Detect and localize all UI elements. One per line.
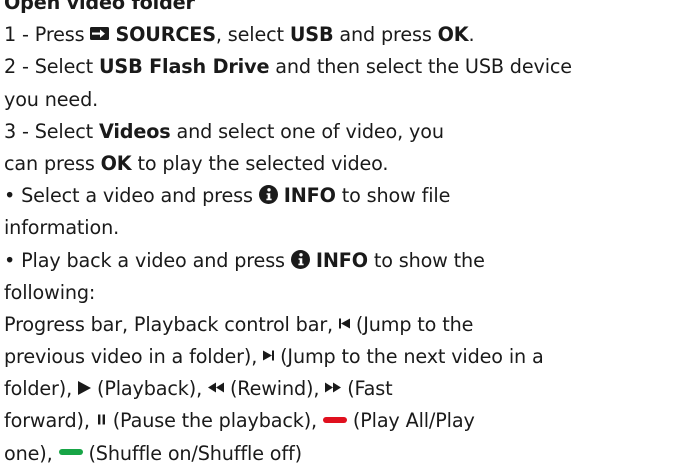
step-1-end: . — [468, 23, 475, 47]
step-3-cont-prefix: can press — [4, 151, 95, 175]
sources-icon — [90, 27, 110, 41]
usb-label: USB — [289, 23, 334, 47]
step-3-rest: and select one of video, you — [176, 119, 444, 143]
controls-next-text-2: folder), — [4, 377, 73, 401]
controls-prev-text-2: previous video in a folder), — [4, 345, 258, 369]
fast-forward-icon — [325, 382, 342, 393]
rewind-icon — [208, 382, 224, 393]
sources-label: SOURCES — [115, 23, 216, 47]
step-1-and-press: and press — [339, 23, 432, 47]
controls-green-text: (Shuffle on/Shuffle off) — [88, 441, 302, 465]
info-label: INFO — [283, 184, 336, 208]
info-label-2: INFO — [315, 248, 368, 272]
step-1: 1 - Press SOURCES, select USB and press … — [4, 19, 684, 51]
controls-next-text: (Jump to the next video in a — [280, 345, 544, 369]
controls-pause-text: (Pause the playback), — [112, 409, 317, 433]
play-icon — [78, 380, 92, 395]
controls-red-text: (Play All/Play — [352, 409, 475, 433]
step-3-continued: can press OK to play the selected video. — [4, 148, 684, 180]
step-1-mid: , select — [215, 23, 284, 47]
info-icon — [290, 249, 310, 269]
bullet-2-continued: following: — [4, 280, 96, 304]
red-button-icon — [322, 416, 347, 423]
controls-line-5: one), (Shuffle on/Shuffle off) — [4, 438, 684, 470]
step-3-cont-rest: to play the selected video. — [137, 151, 389, 175]
step-2: 2 - Select USB Flash Drive and then sele… — [4, 51, 684, 83]
controls-play-text: (Playback), — [97, 377, 203, 401]
pause-icon — [97, 414, 105, 425]
ok-label: OK — [437, 23, 469, 47]
bullet-2: • Play back a video and press INFO to sh… — [4, 245, 684, 277]
section-heading: Open video folder — [4, 0, 195, 14]
controls-line-1: Progress bar, Playback control bar, (Jum… — [4, 309, 684, 341]
skip-previous-icon — [338, 318, 350, 329]
bullet-1-continued: information. — [4, 216, 120, 240]
videos-label: Videos — [98, 119, 171, 143]
usb-flash-drive-label: USB Flash Drive — [98, 55, 270, 79]
controls-red-text-2: one), — [4, 441, 53, 465]
controls-line-3: folder), (Playback), (Rewind), (Fast — [4, 373, 684, 405]
bullet-1: • Select a video and press INFO to show … — [4, 180, 684, 212]
controls-line-4: forward), (Pause the playback), (Play Al… — [4, 405, 684, 437]
step-2-prefix: 2 - Select — [4, 55, 94, 79]
controls-ff-text-2: forward), — [4, 409, 90, 433]
step-3: 3 - Select Videos and select one of vide… — [4, 116, 684, 148]
controls-rewind-text: (Rewind), — [229, 377, 320, 401]
green-button-icon — [58, 449, 83, 456]
controls-prev-text: (Jump to the — [355, 312, 474, 336]
step-2-continued: you need. — [4, 87, 99, 111]
skip-next-icon — [263, 350, 275, 361]
controls-bars-text: Progress bar, Playback control bar, — [4, 312, 334, 336]
controls-ff-text: (Fast — [347, 377, 393, 401]
controls-line-2: previous video in a folder), (Jump to th… — [4, 341, 684, 373]
step-2-rest: and then select the USB device — [275, 55, 572, 79]
bullet-2-prefix: • Play back a video and press — [4, 248, 285, 272]
bullet-2-rest: to show the — [373, 248, 485, 272]
bullet-1-prefix: • Select a video and press — [4, 184, 253, 208]
info-icon — [258, 185, 278, 205]
ok-label-2: OK — [100, 151, 132, 175]
step-1-prefix: 1 - Press — [4, 23, 85, 47]
document-body: Open video folder 1 - Press SOURCES, sel… — [4, 0, 684, 470]
step-3-prefix: 3 - Select — [4, 119, 94, 143]
bullet-1-rest: to show file — [341, 184, 451, 208]
